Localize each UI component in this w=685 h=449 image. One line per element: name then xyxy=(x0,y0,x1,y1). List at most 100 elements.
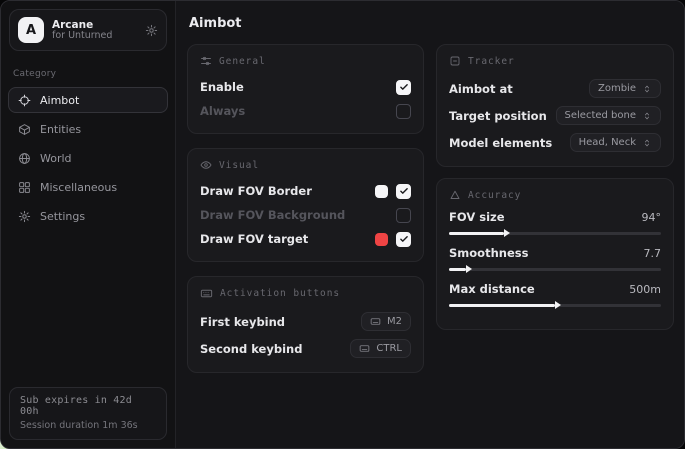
slider-thumb[interactable] xyxy=(466,265,472,273)
chevrons-up-down-icon xyxy=(642,84,652,94)
setting-label: Draw FOV Background xyxy=(200,208,345,222)
fov-border-checkbox[interactable] xyxy=(396,184,411,199)
cube-icon xyxy=(18,123,31,136)
brand-avatar: A xyxy=(18,17,44,43)
session-duration-text: Session duration 1m 36s xyxy=(20,420,156,431)
setting-label: Max distance xyxy=(449,282,535,296)
keyboard-icon xyxy=(200,287,213,300)
card-title: Activation buttons xyxy=(220,288,340,299)
setting-label: Draw FOV target xyxy=(200,232,308,246)
always-checkbox[interactable] xyxy=(396,104,411,119)
setting-row-first-keybind: First keybind M2 xyxy=(200,309,411,334)
keybind-value: CTRL xyxy=(376,343,402,354)
setting-row-fov-background: Draw FOV Background xyxy=(200,204,411,226)
sidebar-item-miscellaneous[interactable]: Miscellaneous xyxy=(8,174,168,200)
sidebar-nav: Aimbot Entities World xyxy=(1,87,175,229)
setting-row-enable: Enable xyxy=(200,76,411,98)
sidebar-item-entities[interactable]: Entities xyxy=(8,116,168,142)
setting-label: Model elements xyxy=(449,136,552,150)
category-label: Category xyxy=(13,69,163,79)
setting-label: Target position xyxy=(449,109,547,123)
target-position-select[interactable]: Selected bone xyxy=(556,106,661,125)
slider-thumb[interactable] xyxy=(555,301,561,309)
sub-expiry-text: Sub expires in 42d 00h xyxy=(20,395,156,417)
setting-row-fov-size: FOV size 94° xyxy=(449,210,661,238)
sidebar-item-settings[interactable]: Settings xyxy=(8,203,168,229)
sidebar: A Arcane for Unturned Category Aimbot xyxy=(1,1,176,448)
setting-label: Draw FOV Border xyxy=(200,184,312,198)
sidebar-item-label: World xyxy=(40,152,72,165)
fov-target-checkbox[interactable] xyxy=(396,232,411,247)
visual-card: Visual Draw FOV Border xyxy=(187,148,424,262)
page-title: Aimbot xyxy=(176,1,684,42)
brand-subtitle: for Unturned xyxy=(52,31,137,42)
card-title: Tracker xyxy=(468,56,515,67)
general-card: General Enable Always xyxy=(187,44,424,134)
brand-gear-icon[interactable] xyxy=(145,24,158,37)
model-elements-select[interactable]: Head, Neck xyxy=(570,133,661,152)
setting-row-always: Always xyxy=(200,100,411,122)
brand-name: Arcane xyxy=(52,19,137,31)
max-distance-slider[interactable] xyxy=(449,300,661,310)
setting-label: First keybind xyxy=(200,315,285,329)
triangle-icon xyxy=(449,189,461,201)
setting-label: Aimbot at xyxy=(449,82,513,96)
sidebar-item-label: Settings xyxy=(40,210,85,223)
sidebar-item-aimbot[interactable]: Aimbot xyxy=(8,87,168,113)
setting-row-model-elements: Model elements Head, Neck xyxy=(449,130,661,155)
card-title: Visual xyxy=(219,160,259,171)
smoothness-slider[interactable] xyxy=(449,264,661,274)
fov-size-slider[interactable] xyxy=(449,228,661,238)
app-window: A Arcane for Unturned Category Aimbot xyxy=(0,0,685,449)
setting-label: Second keybind xyxy=(200,342,302,356)
smoothness-value: 7.7 xyxy=(644,247,662,260)
aimbot-at-select[interactable]: Zombie xyxy=(589,79,661,98)
main-panel: Aimbot General Enable xyxy=(176,1,684,448)
setting-row-max-distance: Max distance 500m xyxy=(449,282,661,310)
max-distance-value: 500m xyxy=(629,283,661,296)
setting-row-smoothness: Smoothness 7.7 xyxy=(449,246,661,274)
keybind-value: M2 xyxy=(387,316,402,327)
enable-checkbox[interactable] xyxy=(396,80,411,95)
setting-label: Smoothness xyxy=(449,246,528,260)
subscription-box: Sub expires in 42d 00h Session duration … xyxy=(9,387,167,440)
globe-icon xyxy=(18,152,31,165)
eye-icon xyxy=(200,159,212,171)
screen: A Arcane for Unturned Category Aimbot xyxy=(0,0,685,449)
gear-icon xyxy=(18,210,31,223)
setting-row-fov-border: Draw FOV Border xyxy=(200,180,411,202)
tracker-card: Tracker Aimbot at Zombie xyxy=(436,44,674,167)
setting-label: Always xyxy=(200,104,245,118)
chevrons-up-down-icon xyxy=(642,111,652,121)
sidebar-item-label: Aimbot xyxy=(40,94,79,107)
accuracy-card: Accuracy FOV size 94° xyxy=(436,178,674,330)
color-swatch[interactable] xyxy=(375,185,388,198)
fov-background-checkbox[interactable] xyxy=(396,208,411,223)
setting-row-second-keybind: Second keybind CTRL xyxy=(200,336,411,361)
sidebar-item-label: Miscellaneous xyxy=(40,181,117,194)
square-minus-icon xyxy=(449,55,461,67)
sliders-icon xyxy=(200,55,212,67)
keyboard-icon xyxy=(370,316,381,327)
setting-label: Enable xyxy=(200,80,244,94)
select-value: Selected bone xyxy=(565,110,636,121)
color-swatch[interactable] xyxy=(375,233,388,246)
select-value: Zombie xyxy=(598,83,636,94)
chevrons-up-down-icon xyxy=(642,138,652,148)
setting-row-fov-target: Draw FOV target xyxy=(200,228,411,250)
first-keybind-button[interactable]: M2 xyxy=(361,312,411,331)
slider-thumb[interactable] xyxy=(504,229,510,237)
keyboard-icon xyxy=(359,343,370,354)
second-keybind-button[interactable]: CTRL xyxy=(350,339,411,358)
setting-row-target-position: Target position Selected bone xyxy=(449,103,661,128)
activation-card: Activation buttons First keybind M2 xyxy=(187,276,424,373)
sidebar-item-label: Entities xyxy=(40,123,81,136)
sidebar-item-world[interactable]: World xyxy=(8,145,168,171)
brand-card: A Arcane for Unturned xyxy=(9,9,167,51)
setting-row-aimbot-at: Aimbot at Zombie xyxy=(449,76,661,101)
setting-label: FOV size xyxy=(449,210,505,224)
crosshair-icon xyxy=(18,94,31,107)
card-title: General xyxy=(219,56,266,67)
grid-icon xyxy=(18,181,31,194)
fov-size-value: 94° xyxy=(642,211,662,224)
